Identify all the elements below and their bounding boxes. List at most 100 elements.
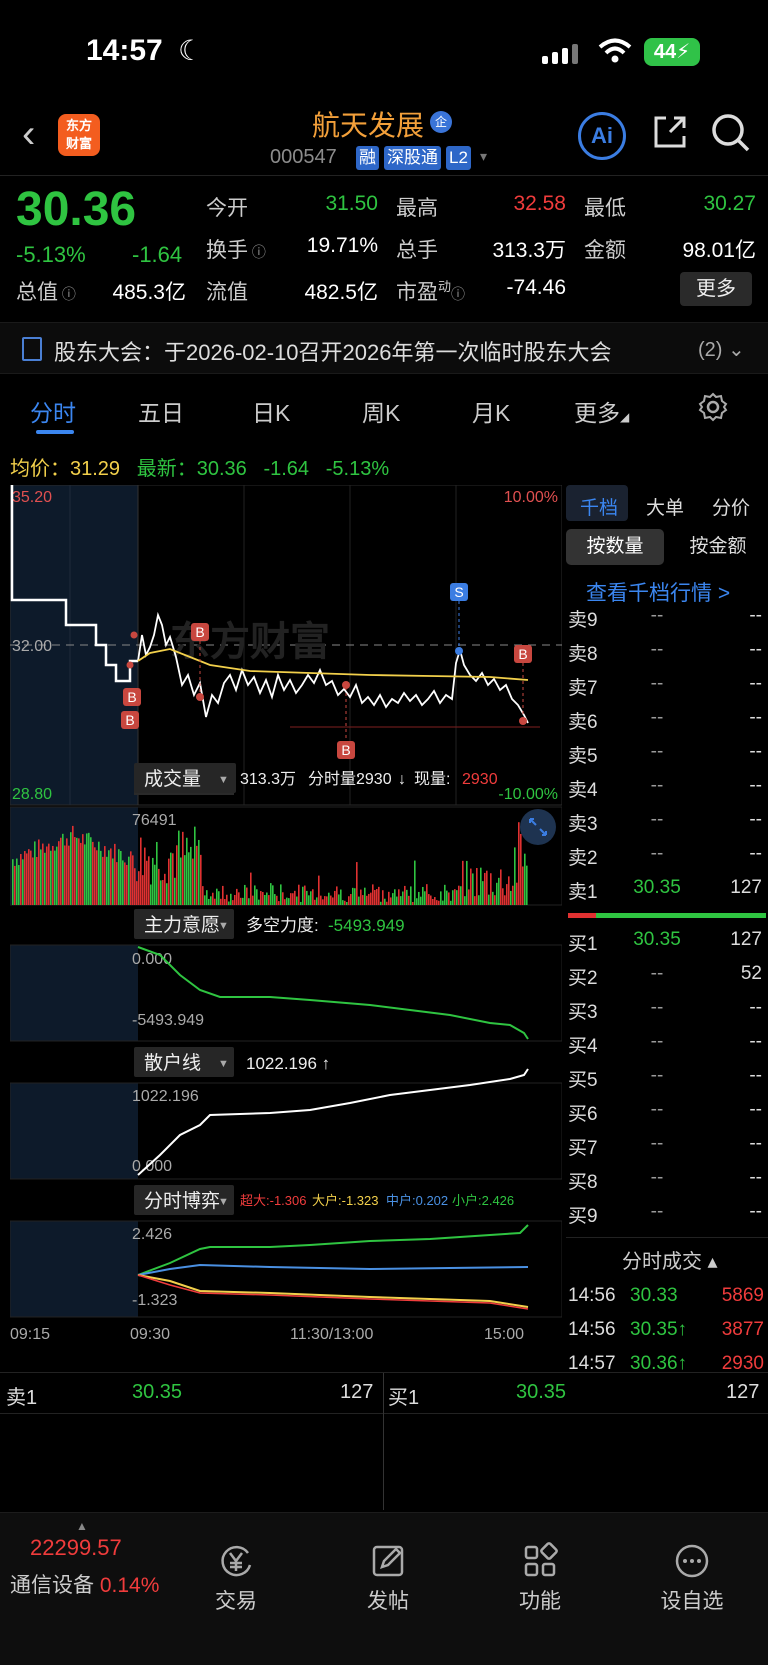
volume-bar — [378, 886, 380, 905]
back-button[interactable]: ‹ — [22, 112, 35, 157]
volume-bar — [44, 852, 46, 905]
volume-bar — [464, 896, 466, 905]
volume-bar — [56, 846, 58, 905]
marker-b3-label: B — [195, 624, 204, 640]
divider — [383, 1373, 384, 1510]
game-mid: 中户:0.202 — [386, 1193, 448, 1208]
intraday-chart[interactable]: 35.20 32.00 28.80 10.00% -10.00% 东方财富 B … — [10, 485, 562, 1365]
gear-icon[interactable] — [698, 392, 728, 422]
volume-bar — [118, 849, 120, 905]
volume-bar — [38, 839, 40, 905]
nav-post[interactable]: 发帖 — [328, 1513, 448, 1615]
volume-bar — [20, 854, 22, 905]
retail-info: 1022.196 ↑ — [246, 1054, 330, 1073]
expand-icon[interactable] — [520, 809, 556, 845]
ob-tab-depth[interactable]: 千档 — [580, 493, 618, 520]
float-value: 482.5亿 — [304, 281, 378, 304]
x-label-0930: 09:30 — [130, 1326, 170, 1343]
volume-bar — [226, 894, 228, 905]
volume-bar — [64, 845, 66, 905]
volume-bar — [50, 850, 52, 905]
volume-bar — [522, 866, 524, 905]
volume-bar — [166, 883, 168, 905]
tag-l2: L2 — [446, 146, 471, 170]
depth-bar-ask — [568, 913, 596, 918]
share-icon[interactable] — [650, 112, 690, 152]
tab-weekly-k[interactable]: 周K — [362, 394, 400, 428]
depth-bar — [568, 913, 766, 918]
game-super-line — [137, 1274, 529, 1310]
search-icon[interactable] — [710, 112, 752, 154]
tab-more[interactable]: 更多◢ — [574, 394, 629, 428]
nav-functions[interactable]: 功能 — [480, 1513, 600, 1615]
nav-trade[interactable]: 交易 — [176, 1513, 296, 1615]
volume-bar — [126, 864, 128, 905]
volume-bar — [322, 899, 324, 905]
volume-bar — [330, 895, 332, 905]
volume-bar — [176, 845, 178, 905]
ob-seg-by-qty[interactable]: 按数量 — [566, 529, 664, 565]
trades-title[interactable]: 分时成交 ▴ — [622, 1245, 718, 1274]
volume-bar — [388, 891, 390, 905]
volume-bar — [456, 890, 458, 905]
volume-bar — [520, 833, 522, 905]
game-mid-line — [137, 1263, 529, 1276]
volume-bar — [500, 869, 502, 905]
ask-row: 卖3 -- -- — [568, 809, 762, 835]
volume-bar — [76, 837, 78, 905]
tab-intraday[interactable]: 分时 — [30, 394, 76, 428]
volume-bar — [86, 833, 88, 905]
tab-daily-k[interactable]: 日K — [252, 394, 290, 428]
sector-name[interactable]: 通信设备 0.14% — [10, 1569, 159, 1599]
volume-bar — [292, 893, 294, 905]
clock: 14:57 — [86, 34, 163, 67]
volume-bar — [268, 895, 270, 905]
volume-now-label: 现量: — [414, 771, 450, 788]
ob-seg-by-amount[interactable]: 按金额 — [670, 529, 766, 565]
volume-bar — [304, 885, 306, 905]
ask-row: 卖7 -- -- — [568, 673, 762, 699]
volume-bar — [270, 883, 272, 905]
index-value[interactable]: 22299.57 — [30, 1535, 122, 1561]
open-value: 31.50 — [325, 192, 378, 215]
nav-watchlist[interactable]: 设自选 — [632, 1513, 752, 1615]
volume-bar — [16, 858, 18, 905]
bq-ask-vol: 127 — [340, 1381, 374, 1403]
volume-bar — [140, 837, 142, 905]
notice-banner[interactable]: 股东大会：于2026-02-10召开2026年第一次临时股东大会 (2) ⌄ — [0, 322, 768, 374]
volume-bar — [414, 860, 416, 905]
volume-bar — [372, 884, 374, 905]
ob-tab-big-orders[interactable]: 大单 — [646, 493, 684, 520]
volume-bar — [100, 850, 102, 905]
volume-bar — [224, 899, 226, 905]
bid-row: 买8 -- -- — [568, 1167, 762, 1193]
volume-bar — [214, 898, 216, 905]
tab-underline — [36, 430, 74, 434]
view-depth-link[interactable]: 查看千档行情 > — [586, 577, 730, 607]
pe-value: -74.46 — [506, 276, 566, 299]
volume-bar — [408, 895, 410, 905]
volume-bar — [72, 825, 74, 905]
volume-bar — [216, 888, 218, 905]
tab-monthly-k[interactable]: 月K — [472, 394, 510, 428]
ob-tab-price-dist[interactable]: 分价 — [712, 493, 750, 520]
volume-bar — [82, 834, 84, 905]
tab-5day[interactable]: 五日 — [138, 394, 184, 428]
low-value: 30.27 — [703, 192, 756, 215]
battery-icon: 44⚡ — [644, 38, 700, 66]
status-bar: 14:57 ☾ 44⚡ — [0, 0, 768, 100]
ai-button[interactable]: Ai — [578, 112, 626, 160]
game-super: 超大:-1.306 — [240, 1193, 306, 1208]
volume-bar — [258, 899, 260, 905]
stock-code: 000547 — [270, 146, 337, 168]
volume-bar — [22, 859, 24, 905]
more-button[interactable]: 更多 — [680, 272, 752, 306]
volume-bar — [486, 870, 488, 905]
volume-bar — [12, 859, 14, 905]
more-dots-icon — [675, 1544, 709, 1578]
volume-bar — [106, 856, 108, 905]
game-large: 大户:-1.323 — [312, 1193, 378, 1208]
chevron-down-icon[interactable]: ▾ — [480, 148, 487, 165]
volume-bar — [248, 898, 250, 905]
volume-bar — [36, 856, 38, 905]
